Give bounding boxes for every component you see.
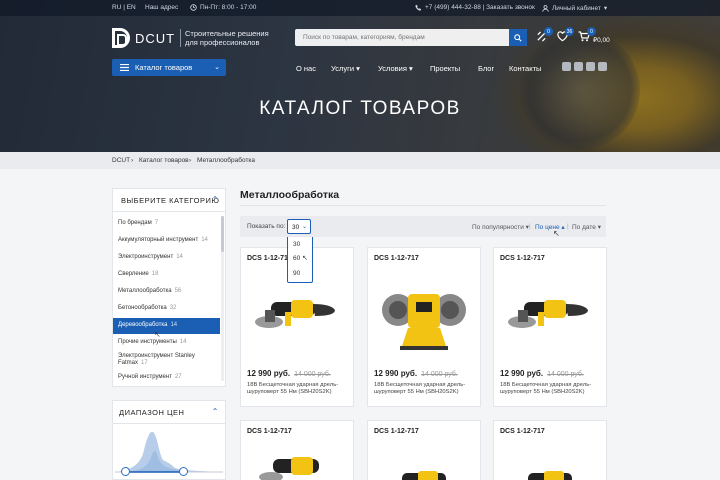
cart-badge: 0: [587, 27, 596, 36]
product-description: 18В Бесщеточная ударная дрель-шуруповерт…: [247, 382, 339, 395]
working-hours: Пн-Пт: 8:00 - 17:00: [190, 4, 256, 11]
product-price: 12 990 руб. 14 000 руб.: [500, 369, 584, 378]
breadcrumb-catalog[interactable]: Каталог товаров: [139, 157, 189, 164]
vk-icon[interactable]: [562, 62, 571, 71]
compare-button[interactable]: 0: [536, 27, 553, 45]
cart-total: ₽0,00: [593, 37, 610, 44]
product-card[interactable]: DCS 1-12-717: [240, 420, 354, 480]
nav-about[interactable]: О нас: [296, 64, 316, 73]
social-links: [562, 62, 607, 71]
price-slider-max-handle[interactable]: [179, 467, 188, 476]
user-icon: [542, 4, 549, 12]
chevron-down-icon: ⌄: [301, 224, 307, 230]
product-price: 12 990 руб. 14 000 руб.: [374, 369, 458, 378]
nav-projects[interactable]: Проекты: [430, 64, 460, 73]
category-item-active[interactable]: Деревообработка 14: [113, 318, 220, 334]
compare-badge: 0: [544, 27, 553, 36]
product-image: [255, 300, 335, 328]
category-item[interactable]: Прочие инструменты 14: [113, 339, 220, 346]
instagram-icon[interactable]: [598, 62, 607, 71]
nav-conditions[interactable]: Условия ▾: [378, 64, 413, 73]
product-card[interactable]: DCS 1-12-717 12 990 руб. 14 000 руб. 18В …: [493, 247, 607, 407]
nav-blog[interactable]: Блог: [478, 64, 494, 73]
product-old-price: 14 000 руб.: [294, 371, 331, 378]
facebook-icon[interactable]: [586, 62, 595, 71]
product-image: [528, 471, 572, 480]
breadcrumb-home[interactable]: DCUT: [112, 157, 130, 164]
chevron-down-icon: ⌄: [214, 64, 220, 71]
logo[interactable]: DCUT: [112, 28, 175, 48]
page-title: КАТАЛОГ ТОВАРОВ: [259, 98, 461, 119]
sort-popular[interactable]: По популярности ▾: [472, 223, 529, 231]
mouse-cursor-icon: ↖: [553, 229, 560, 238]
search-icon: [514, 33, 522, 42]
product-card[interactable]: DCS 1-12-717: [493, 420, 607, 480]
top-bar: RU | EN Наш адрес Пн-Пт: 8:00 - 17:00 +7…: [0, 0, 720, 16]
search-button[interactable]: [509, 29, 527, 46]
product-image: [508, 300, 588, 328]
language-switcher[interactable]: RU | EN: [112, 4, 136, 11]
per-page-dropdown: 30 60 90 ↖: [287, 237, 313, 283]
filter-bar: Показать по: 30 ⌄ По популярности ▾ | По…: [240, 216, 606, 237]
per-page-select[interactable]: 30 ⌄: [287, 219, 311, 234]
mouse-cursor-icon: ↖: [302, 255, 308, 262]
product-image: [259, 457, 319, 480]
nav-services[interactable]: Услуги ▾: [331, 64, 360, 73]
clock-icon: [190, 4, 197, 11]
product-old-price: 14 000 руб.: [421, 371, 458, 378]
price-range-filter: [112, 424, 226, 480]
price-range-header[interactable]: ДИАПАЗОН ЦЕН ⌃: [112, 400, 226, 424]
categories-header[interactable]: ВЫБЕРИТЕ КАТЕГОРИЮ ⌃: [112, 188, 226, 212]
product-old-price: 14 000 руб.: [547, 371, 584, 378]
product-price: 12 990 руб. 14 000 руб.: [247, 369, 331, 378]
favorites-badge: 36: [565, 27, 574, 36]
account-link[interactable]: Личный кабинет ▾: [542, 4, 607, 12]
chevron-down-icon: ▾: [603, 5, 608, 12]
chevron-up-icon: ⌃: [211, 195, 219, 204]
favorites-button[interactable]: 36: [557, 27, 574, 45]
nav-contacts[interactable]: Контакты: [509, 64, 541, 73]
category-item[interactable]: Электроинструмент Stanley Fatmax 17: [113, 353, 220, 367]
category-item[interactable]: Бетонообработка 32: [113, 305, 220, 312]
chevron-up-icon: ⌃: [211, 407, 219, 416]
category-item[interactable]: Сверление 18: [113, 271, 220, 278]
per-page-option[interactable]: 90: [293, 270, 300, 277]
category-item[interactable]: Электроинструмент 14: [113, 254, 220, 261]
sort-price[interactable]: По цене ▴: [535, 223, 565, 231]
section-title: Металлообработка: [240, 189, 340, 201]
catalog-button[interactable]: Каталог товаров ⌄: [112, 59, 226, 76]
breadcrumb-current: Металлообработка: [197, 157, 256, 164]
product-description: 18В Бесщеточная ударная дрель-шуруповерт…: [500, 382, 592, 395]
menu-icon: [120, 64, 129, 71]
address-link[interactable]: Наш адрес: [145, 4, 178, 11]
price-slider-min-handle[interactable]: [121, 467, 130, 476]
category-scrollbar-thumb[interactable]: [221, 216, 224, 252]
breadcrumb: DCUT › Каталог товаров › Металлообработк…: [0, 152, 720, 169]
search-box: [295, 29, 527, 46]
mouse-cursor-icon: ↖: [154, 330, 161, 339]
per-page-option[interactable]: 60: [293, 255, 300, 262]
tagline: Строительные решения для профессионалов: [180, 29, 269, 47]
logo-mark-icon: [112, 28, 130, 48]
product-image: [382, 294, 466, 350]
search-input[interactable]: [295, 29, 507, 46]
cart-button[interactable]: 0: [578, 27, 596, 45]
category-item[interactable]: Аккумуляторный инструмент 14: [113, 237, 220, 244]
product-card[interactable]: DCS 1-12-717 12 990 руб. 14 000 руб. 18В …: [367, 247, 481, 407]
category-item[interactable]: Металлообработка 56: [113, 288, 220, 295]
hero-banner: RU | EN Наш адрес Пн-Пт: 8:00 - 17:00 +7…: [0, 0, 720, 152]
product-description: 18В Бесщеточная ударная дрель-шуруповерт…: [374, 382, 466, 395]
phone-link[interactable]: +7 (499) 444-32-88 | Заказать звонок: [415, 4, 535, 11]
category-list: По брендам 7 Аккумуляторный инструмент 14 …: [112, 212, 226, 387]
per-page-option[interactable]: 30: [293, 241, 300, 248]
category-item[interactable]: По брендам 7: [113, 220, 220, 227]
product-image: [402, 471, 446, 480]
telegram-icon[interactable]: [574, 62, 583, 71]
category-item[interactable]: Ручной инструмент 27: [113, 374, 220, 381]
sort-date[interactable]: По дате ▾: [572, 223, 601, 231]
phone-icon: [415, 4, 422, 11]
product-card[interactable]: DCS 1-12-717: [367, 420, 481, 480]
